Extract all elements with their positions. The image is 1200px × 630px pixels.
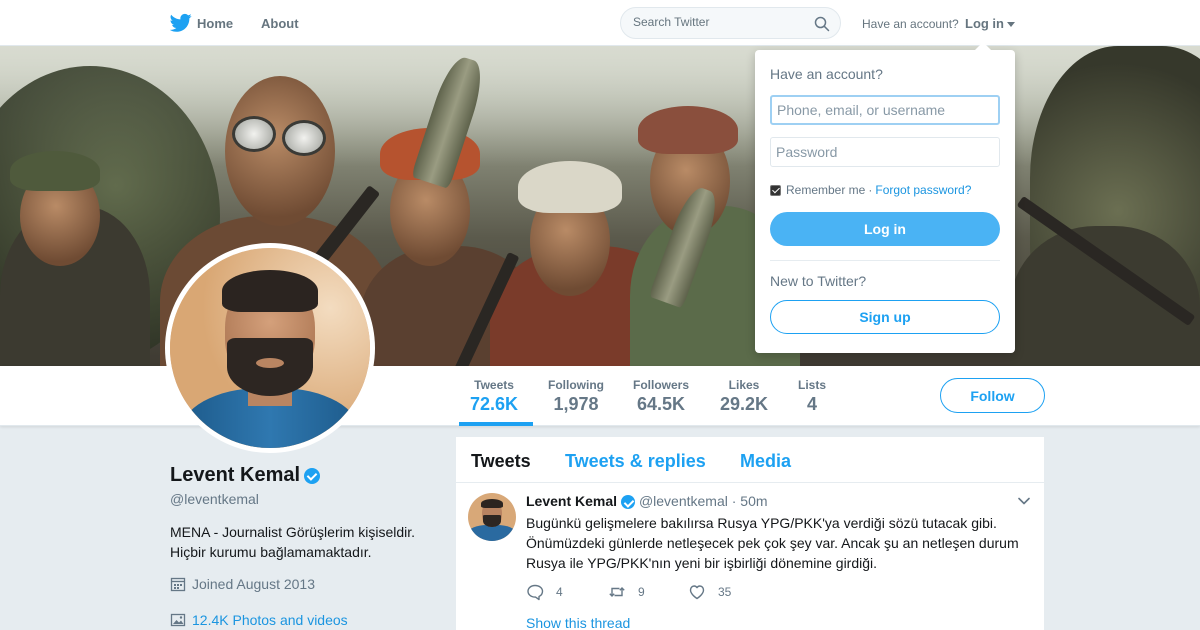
profile-name[interactable]: Levent Kemal <box>170 464 321 487</box>
login-toggle-label: Log in <box>965 16 1004 31</box>
profile-joined: Joined August 2013 <box>170 576 315 592</box>
tab-media[interactable]: Media <box>740 451 791 472</box>
retweet-count: 9 <box>638 585 645 599</box>
tweet-timestamp[interactable]: · 50m <box>732 493 768 509</box>
stat-following[interactable]: Following 1,978 <box>548 378 604 415</box>
banner-turban <box>10 151 100 191</box>
photo-icon <box>170 613 186 627</box>
avatar-image <box>170 248 370 448</box>
tweet-header: Levent Kemal @leventkemal · 50m <box>526 493 768 510</box>
follow-button[interactable]: Follow <box>940 378 1045 413</box>
have-account-text: Have an account? <box>862 17 959 31</box>
stat-label: Likes <box>728 378 760 392</box>
remember-me-checkbox[interactable] <box>770 184 781 196</box>
nav-home-link[interactable]: Home <box>197 16 233 31</box>
nav-about-link[interactable]: About <box>261 16 299 31</box>
chevron-down-icon <box>1007 22 1015 28</box>
stat-value: 4 <box>807 394 818 414</box>
calendar-icon <box>170 577 186 592</box>
active-stat-indicator <box>459 422 533 426</box>
stat-value: 1,978 <box>553 394 599 414</box>
stat-value: 64.5K <box>636 394 686 414</box>
separator-dot: · <box>868 183 873 197</box>
timeline-tabs: Tweets Tweets & replies Media <box>456 437 1044 483</box>
search-input[interactable] <box>633 15 803 29</box>
tweet-author-name[interactable]: Levent Kemal <box>526 493 617 509</box>
signup-button[interactable]: Sign up <box>770 300 1000 334</box>
top-navigation-bar: Home About Have an account? Log in <box>0 0 1200 46</box>
stat-label: Tweets <box>474 378 514 392</box>
stat-label: Following <box>548 378 604 392</box>
password-field[interactable] <box>770 137 1000 167</box>
like-count: 35 <box>718 585 732 599</box>
profile-avatar[interactable] <box>165 243 375 453</box>
verified-badge-icon <box>304 467 321 484</box>
banner-turban <box>638 106 738 154</box>
new-to-twitter-text: New to Twitter? <box>770 273 867 289</box>
reply-count: 4 <box>556 585 563 599</box>
tweet-actions: 4 9 35 <box>526 583 826 603</box>
search-icon[interactable] <box>814 16 830 32</box>
tweet-avatar[interactable] <box>468 493 516 541</box>
login-dropdown-toggle[interactable]: Log in <box>965 16 1015 31</box>
stat-value: 72.6K <box>470 394 519 414</box>
banner-figure <box>1010 226 1200 366</box>
verified-badge-icon <box>621 495 636 510</box>
tweet-avatar-hair <box>481 499 503 508</box>
profile-name-text: Levent Kemal <box>170 464 301 486</box>
tab-tweets[interactable]: Tweets <box>471 451 531 472</box>
stat-lists[interactable]: Lists 4 <box>798 378 826 415</box>
dropdown-title: Have an account? <box>770 66 883 82</box>
profile-bio: MENA - Journalist Görüşlerim kişiseldir.… <box>170 524 416 560</box>
tweet-text: Bugünkü gelişmelere bakılırsa Rusya YPG/… <box>526 515 1019 571</box>
timeline: Tweets Tweets & replies Media Levent Kem… <box>456 437 1044 630</box>
show-thread-link[interactable]: Show this thread <box>526 615 630 630</box>
retweet-icon <box>609 587 625 597</box>
retweet-action[interactable]: 9 <box>608 583 645 601</box>
photos-videos-text: 12.4K Photos and videos <box>192 612 348 628</box>
avatar-mouth <box>256 358 284 368</box>
login-dropdown: Have an account? Remember me · Forgot pa… <box>755 42 1015 353</box>
remember-me-row: Remember me · Forgot password? <box>770 183 971 197</box>
tweet-author-handle[interactable]: @leventkemal <box>639 493 728 509</box>
avatar-hair <box>222 270 318 312</box>
like-action[interactable]: 35 <box>688 583 731 601</box>
login-button[interactable]: Log in <box>770 212 1000 246</box>
reply-icon <box>527 584 544 601</box>
tweet-avatar-beard <box>483 515 501 527</box>
joined-text: Joined August 2013 <box>192 576 315 592</box>
search-box[interactable] <box>620 7 841 39</box>
stat-tweets[interactable]: Tweets 72.6K <box>470 378 518 415</box>
dropdown-divider <box>770 260 1000 261</box>
stat-value: 29.2K <box>720 394 769 414</box>
stat-label: Lists <box>798 378 827 392</box>
forgot-password-link[interactable]: Forgot password? <box>875 183 971 197</box>
stat-likes[interactable]: Likes 29.2K <box>720 378 768 415</box>
chevron-down-icon[interactable] <box>1018 497 1030 505</box>
banner-turban <box>518 161 622 213</box>
twitter-bird-icon[interactable] <box>170 13 192 33</box>
username-field[interactable] <box>770 95 1000 125</box>
reply-action[interactable]: 4 <box>526 583 563 601</box>
tweet[interactable]: Levent Kemal @leventkemal · 50m Bugünkü … <box>456 483 1044 630</box>
heart-icon <box>689 585 705 600</box>
tab-tweets-replies[interactable]: Tweets & replies <box>565 451 706 472</box>
banner-goggle <box>232 116 276 152</box>
tweet-avatar-shirt <box>468 525 516 541</box>
banner-goggle <box>282 120 326 156</box>
stat-followers[interactable]: Followers 64.5K <box>633 378 689 415</box>
remember-me-label[interactable]: Remember me <box>786 183 865 197</box>
stat-label: Followers <box>633 378 690 392</box>
photos-videos-link[interactable]: 12.4K Photos and videos <box>170 612 348 628</box>
profile-handle[interactable]: @leventkemal <box>170 491 259 507</box>
